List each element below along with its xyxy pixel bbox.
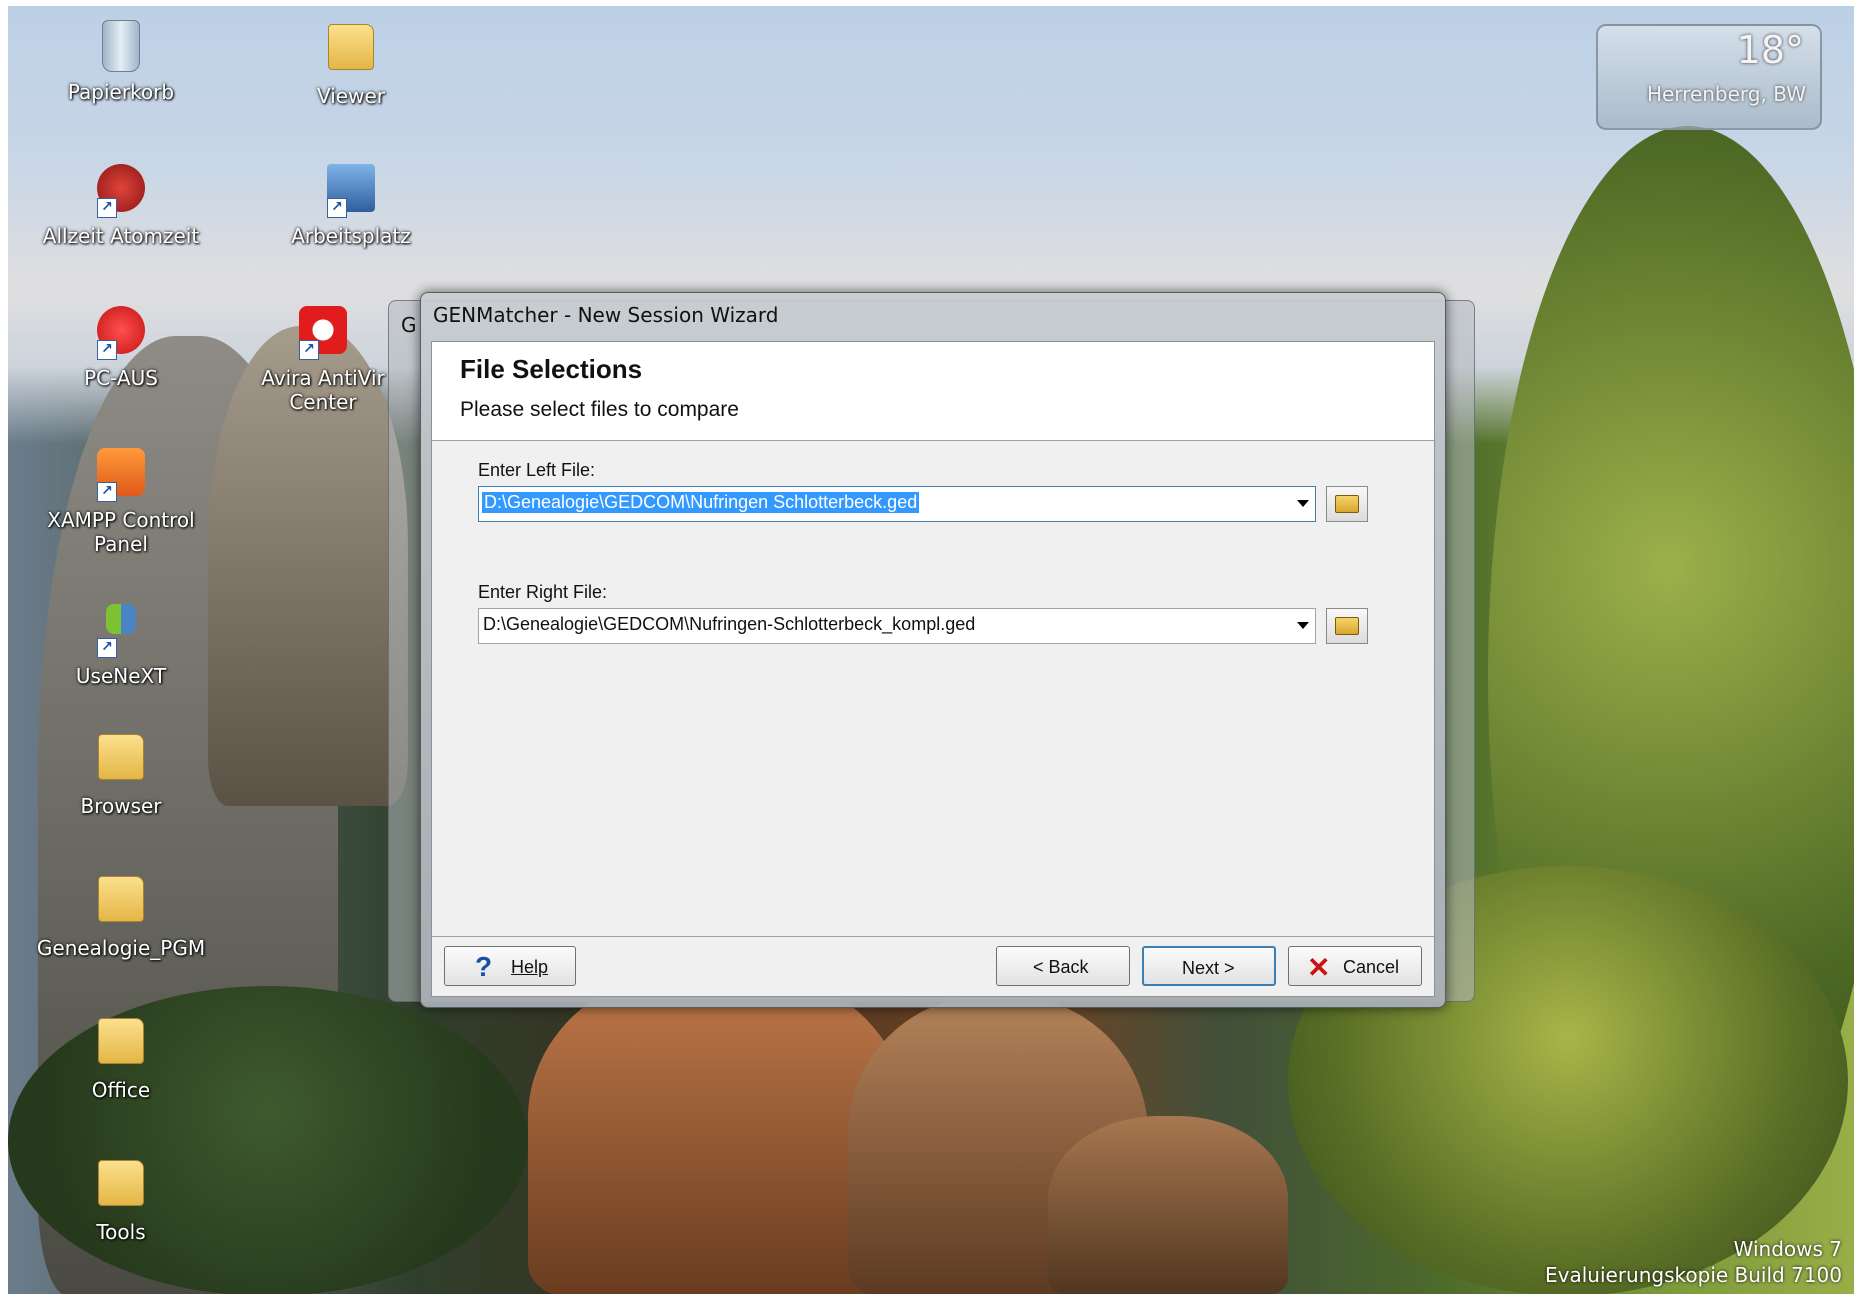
right-file-combobox[interactable]: D:\Genealogie\GEDCOM\Nufringen-Schlotter… bbox=[478, 608, 1316, 644]
folder-icon bbox=[328, 24, 374, 70]
shortcut-arrow-icon: ↗ bbox=[327, 198, 347, 218]
desktop-icon-label: PC-AUS bbox=[84, 366, 158, 390]
cancel-button[interactable]: ✕ Cancel bbox=[1288, 946, 1422, 986]
desktop-icon-genealogie-pgm[interactable]: Genealogie_PGM bbox=[26, 870, 216, 960]
cancel-button-label: Cancel bbox=[1343, 957, 1400, 977]
desktop-icon-allzeit-atomzeit[interactable]: ↗ Allzeit Atomzeit bbox=[26, 160, 216, 248]
watermark-line1: Windows 7 bbox=[1733, 1237, 1842, 1261]
help-button-label: Help bbox=[511, 957, 549, 977]
open-folder-icon bbox=[1335, 617, 1359, 635]
folder-icon bbox=[98, 1160, 144, 1206]
folder-icon bbox=[98, 876, 144, 922]
left-file-combobox[interactable]: D:\Genealogie\GEDCOM\Nufringen Schlotter… bbox=[478, 486, 1316, 522]
recycle-bin-icon bbox=[102, 20, 140, 72]
next-button[interactable]: Next > bbox=[1142, 946, 1276, 986]
wizard-header: File Selections Please select files to c… bbox=[432, 342, 1434, 441]
help-button[interactable]: ? Help bbox=[444, 946, 576, 986]
windows-watermark: Windows 7 Evaluierungskopie Build 7100 bbox=[1545, 1236, 1842, 1288]
next-button-label: Next > bbox=[1182, 958, 1235, 978]
footer-divider bbox=[432, 936, 1434, 937]
desktop-icon-xampp[interactable]: ↗ XAMPP Control Panel bbox=[26, 444, 216, 556]
left-file-browse-button[interactable] bbox=[1326, 486, 1368, 522]
shortcut-arrow-icon: ↗ bbox=[97, 198, 117, 218]
weather-gadget[interactable]: 18° Herrenberg, BW bbox=[1596, 24, 1822, 130]
right-file-value: D:\Genealogie\GEDCOM\Nufringen-Schlotter… bbox=[483, 614, 976, 634]
desktop-icon-label: Avira AntiVir Center bbox=[261, 366, 385, 414]
wizard-header-title: File Selections bbox=[460, 354, 643, 384]
desktop-icon-arbeitsplatz[interactable]: ↗ Arbeitsplatz bbox=[256, 160, 446, 248]
back-button-label: < Back bbox=[1033, 957, 1089, 977]
desktop-icon-label: Arbeitsplatz bbox=[291, 224, 411, 248]
desktop-icon-office[interactable]: Office bbox=[26, 1012, 216, 1102]
folder-icon bbox=[98, 734, 144, 780]
desktop-icon-usenext[interactable]: ↗ UseNeXT bbox=[26, 586, 216, 688]
desktop-icon-label: Tools bbox=[96, 1220, 146, 1244]
desktop-icon-label: XAMPP Control Panel bbox=[47, 508, 195, 556]
right-file-label: Enter Right File: bbox=[478, 582, 608, 602]
right-file-browse-button[interactable] bbox=[1326, 608, 1368, 644]
left-file-value: D:\Genealogie\GEDCOM\Nufringen Schlotter… bbox=[482, 492, 920, 513]
desktop-icon-label: UseNeXT bbox=[75, 664, 167, 688]
cancel-x-icon: ✕ bbox=[1307, 952, 1331, 983]
dialog-title: GENMatcher - New Session Wizard bbox=[433, 303, 779, 327]
desktop-icon-pc-aus[interactable]: ↗ PC-AUS bbox=[26, 302, 216, 390]
back-button[interactable]: < Back bbox=[996, 946, 1130, 986]
weather-city: Herrenberg, BW bbox=[1646, 82, 1806, 106]
shortcut-arrow-icon: ↗ bbox=[97, 340, 117, 360]
wizard-header-subtitle: Please select files to compare bbox=[460, 398, 739, 421]
background-window-title: G bbox=[401, 313, 417, 337]
desktop-icon-viewer[interactable]: Viewer bbox=[256, 18, 446, 108]
left-file-label: Enter Left File: bbox=[478, 460, 596, 480]
new-session-wizard-dialog[interactable]: GENMatcher - New Session Wizard File Sel… bbox=[420, 292, 1446, 1008]
help-question-icon: ? bbox=[475, 951, 493, 982]
desktop-icon-label: Browser bbox=[80, 794, 162, 818]
chevron-down-icon[interactable] bbox=[1297, 500, 1309, 507]
open-folder-icon bbox=[1335, 495, 1359, 513]
watermark-line2: Evaluierungskopie Build 7100 bbox=[1545, 1263, 1842, 1287]
desktop-icon-tools[interactable]: Tools bbox=[26, 1154, 216, 1244]
dialog-client-area: File Selections Please select files to c… bbox=[431, 341, 1435, 997]
desktop-icon-label: Papierkorb bbox=[67, 80, 175, 104]
shortcut-arrow-icon: ↗ bbox=[97, 482, 117, 502]
desktop-icon-avira[interactable]: ↗ Avira AntiVir Center bbox=[248, 302, 398, 414]
scenery-rock bbox=[1048, 1116, 1288, 1294]
weather-temperature: 18° bbox=[1736, 28, 1804, 72]
desktop-icon-label: Genealogie_PGM bbox=[36, 936, 206, 960]
shortcut-arrow-icon: ↗ bbox=[299, 340, 319, 360]
desktop-icon-browser[interactable]: Browser bbox=[26, 728, 216, 818]
folder-icon bbox=[98, 1018, 144, 1064]
desktop-icon-label: Office bbox=[91, 1078, 151, 1102]
shortcut-arrow-icon: ↗ bbox=[97, 638, 117, 658]
usenext-icon bbox=[106, 604, 136, 634]
desktop-icon-papierkorb[interactable]: Papierkorb bbox=[26, 18, 216, 104]
desktop-icon-label: Allzeit Atomzeit bbox=[42, 224, 200, 248]
chevron-down-icon[interactable] bbox=[1297, 622, 1309, 629]
desktop-icon-label: Viewer bbox=[317, 84, 385, 108]
